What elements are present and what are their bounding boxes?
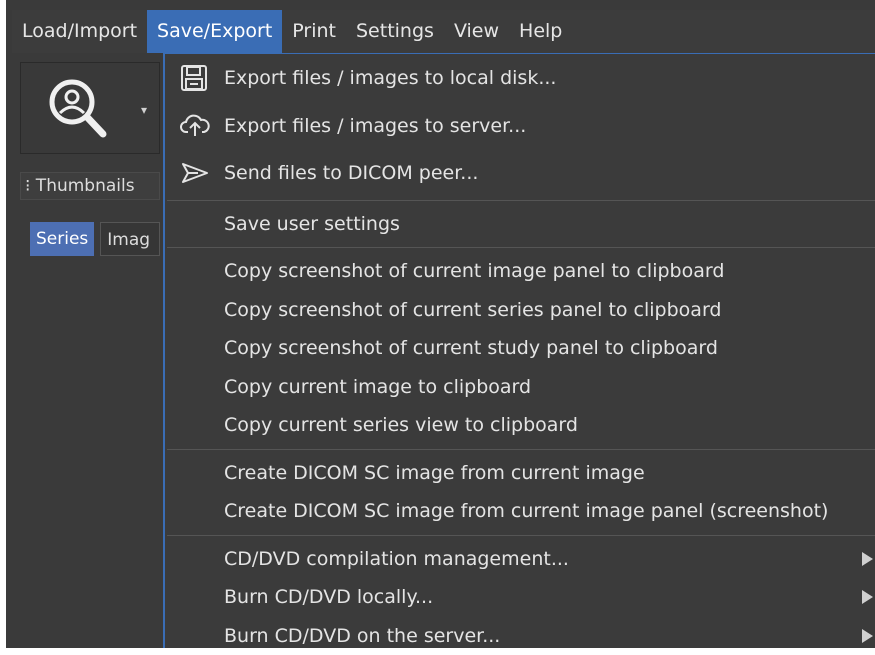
menu-item-label: Copy screenshot of current series panel … — [224, 299, 722, 321]
menu-item-label: Create DICOM SC image from current image — [224, 462, 645, 484]
menu-separator — [167, 535, 875, 536]
export-server-item[interactable]: Export files / images to server... — [165, 102, 875, 150]
tab-images[interactable]: Imag — [100, 222, 160, 256]
menu-item-label: Create DICOM SC image from current image… — [224, 500, 828, 522]
submenu-arrow-icon — [862, 590, 873, 604]
menu-help[interactable]: Help — [509, 10, 572, 53]
copy-study-panel-item[interactable]: Copy screenshot of current study panel t… — [165, 329, 875, 368]
view-tabs: Series Imag — [30, 222, 160, 256]
cloud-upload-icon — [180, 112, 208, 138]
menu-item-label: Send files to DICOM peer... — [224, 162, 478, 184]
magnifier-icon — [47, 77, 117, 147]
menu-view[interactable]: View — [444, 10, 509, 53]
menu-item-label: Copy current image to clipboard — [224, 376, 531, 398]
copy-current-image-item[interactable]: Copy current image to clipboard — [165, 368, 875, 407]
burn-cd-local-item[interactable]: Burn CD/DVD locally... — [165, 578, 875, 617]
menu-separator — [167, 449, 875, 450]
menu-item-label: Burn CD/DVD locally... — [224, 586, 433, 608]
send-dicom-peer-item[interactable]: Send files to DICOM peer... — [165, 150, 875, 196]
menu-print[interactable]: Print — [282, 10, 346, 53]
menu-item-label: Copy screenshot of current image panel t… — [224, 260, 724, 282]
thumbnails-header[interactable]: ⁝ Thumbnails — [20, 172, 160, 200]
floppy-disk-icon — [180, 64, 208, 90]
save-export-menu: Export files / images to local disk... E… — [163, 53, 875, 648]
menu-settings[interactable]: Settings — [346, 10, 444, 53]
copy-series-panel-item[interactable]: Copy screenshot of current series panel … — [165, 291, 875, 330]
menu-item-label: CD/DVD compilation management... — [224, 548, 569, 570]
menu-item-label: Copy screenshot of current study panel t… — [224, 337, 718, 359]
menu-item-label: Copy current series view to clipboard — [224, 414, 578, 436]
chevron-down-icon[interactable]: ▾ — [141, 103, 147, 117]
menu-separator — [167, 200, 875, 201]
menu-load-import[interactable]: Load/Import — [12, 10, 147, 53]
export-local-disk-item[interactable]: Export files / images to local disk... — [165, 54, 875, 102]
send-icon — [180, 159, 208, 185]
tab-series[interactable]: Series — [30, 222, 94, 256]
create-sc-image-item[interactable]: Create DICOM SC image from current image — [165, 454, 875, 493]
menu-item-label: Export files / images to server... — [224, 115, 526, 137]
app-window: Load/Import Save/Export Print Settings V… — [0, 0, 875, 648]
menu-bar: Load/Import Save/Export Print Settings V… — [12, 10, 875, 53]
copy-series-view-item[interactable]: Copy current series view to clipboard — [165, 406, 875, 445]
burn-cd-server-item[interactable]: Burn CD/DVD on the server... — [165, 617, 875, 655]
submenu-arrow-icon — [862, 552, 873, 566]
menu-separator — [167, 247, 875, 248]
menu-item-label: Export files / images to local disk... — [224, 67, 556, 89]
menu-item-label: Burn CD/DVD on the server... — [224, 625, 500, 647]
menu-save-export[interactable]: Save/Export — [147, 10, 282, 53]
search-tool-button[interactable]: ▾ — [20, 62, 160, 154]
menu-item-label: Save user settings — [224, 213, 400, 235]
create-sc-panel-item[interactable]: Create DICOM SC image from current image… — [165, 492, 875, 531]
save-user-settings-item[interactable]: Save user settings — [165, 205, 875, 243]
submenu-arrow-icon — [862, 629, 873, 643]
copy-image-panel-item[interactable]: Copy screenshot of current image panel t… — [165, 252, 875, 291]
cd-dvd-compilation-item[interactable]: CD/DVD compilation management... — [165, 540, 875, 579]
